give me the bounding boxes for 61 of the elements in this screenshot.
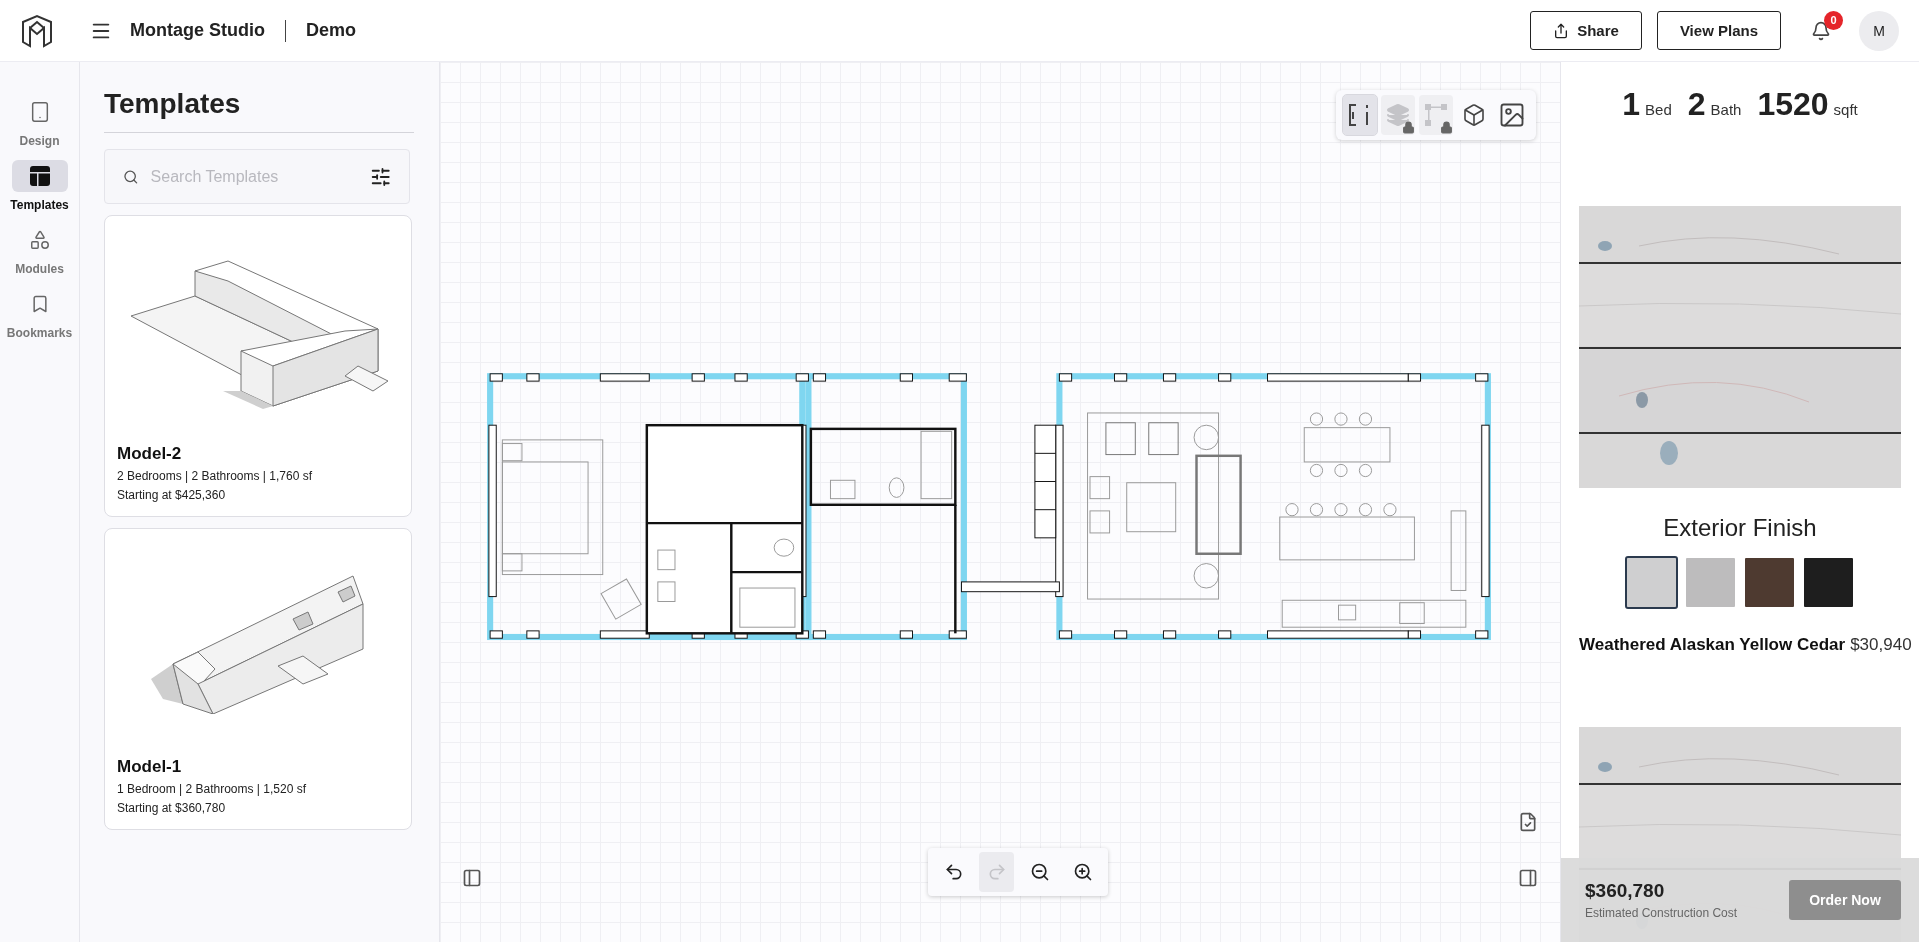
avatar[interactable]: M xyxy=(1859,10,1899,51)
finish-swatch[interactable] xyxy=(1802,556,1855,609)
panel-left-icon xyxy=(462,868,482,888)
notification-badge: 0 xyxy=(1824,10,1843,30)
app-name: Montage Studio xyxy=(130,20,265,41)
lock-icon xyxy=(1402,121,1415,134)
finish-swatch[interactable] xyxy=(1625,556,1678,609)
share-button[interactable]: Share xyxy=(1530,11,1642,50)
file-check-icon xyxy=(1518,812,1538,832)
notification-icon[interactable] xyxy=(1811,20,1831,41)
undo-icon xyxy=(943,862,964,882)
view-plans-button[interactable]: View Plans xyxy=(1656,11,1781,50)
template-card[interactable]: Model-1 1 Bedroom | 2 Bathrooms | 1,520 sf Starting at $360,780 xyxy=(104,528,412,830)
stat-unit: sqft xyxy=(1833,101,1858,118)
stat-unit: Bed xyxy=(1645,101,1672,118)
finish-swatch[interactable] xyxy=(1684,556,1737,609)
panel-title: Templates xyxy=(104,88,414,133)
image-icon xyxy=(1498,101,1526,129)
stat-unit: Bath xyxy=(1710,101,1742,118)
stat-value: 1 xyxy=(1622,86,1641,123)
finish-price: $30,940 xyxy=(1850,635,1912,654)
layout-icon xyxy=(28,165,51,187)
stat-value: 1520 xyxy=(1757,86,1829,123)
cost-caption: Estimated Construction Cost xyxy=(1585,906,1738,920)
search-icon xyxy=(123,168,139,185)
template-details: 1 Bedroom | 2 Bathrooms | 1,520 sf xyxy=(117,782,307,796)
template-card[interactable]: Model-2 2 Bedrooms | 2 Bathrooms | 1,760 sf Starting at $425,360 xyxy=(104,215,412,517)
zoom-out-icon xyxy=(1029,862,1050,882)
search-bar[interactable]: Search Templates xyxy=(104,149,410,204)
template-name: Model-2 xyxy=(117,444,183,464)
logo-icon xyxy=(20,13,54,48)
collapse-right-button[interactable] xyxy=(1518,868,1538,888)
panel-right-icon xyxy=(1518,868,1538,888)
search-field[interactable]: Search Templates xyxy=(148,166,360,187)
checklist-button[interactable] xyxy=(1518,812,1538,832)
rail-item[interactable]: Design xyxy=(1,96,78,156)
cube-icon xyxy=(1462,103,1486,127)
finish-swatch[interactable] xyxy=(1743,556,1796,609)
section-title: Exterior Finish xyxy=(1663,514,1817,542)
stat-value: 2 xyxy=(1687,86,1706,123)
rail-item[interactable]: Modules xyxy=(1,224,78,284)
template-name: Model-1 xyxy=(117,757,183,777)
rail-item[interactable]: Bookmarks xyxy=(1,288,78,348)
collapse-left-button[interactable] xyxy=(462,868,482,888)
transform-icon xyxy=(1423,102,1449,128)
template-price: Starting at $425,360 xyxy=(117,488,227,502)
layers-icon xyxy=(1386,103,1410,127)
toolbar-button[interactable] xyxy=(1343,95,1377,135)
finish-name: Weathered Alaskan Yellow Cedar xyxy=(1579,635,1846,654)
shapes-icon xyxy=(28,229,51,251)
template-details: 2 Bedrooms | 2 Bathrooms | 1,760 sf xyxy=(117,469,313,483)
toolbar-button[interactable] xyxy=(1381,95,1415,135)
zoom-in-icon xyxy=(1072,862,1093,882)
lock-icon xyxy=(1440,121,1453,134)
share-icon xyxy=(1553,22,1570,39)
toolbar-button[interactable] xyxy=(1419,95,1453,135)
template-price: Starting at $360,780 xyxy=(117,801,227,815)
estimated-cost: $360,780 xyxy=(1585,880,1666,902)
project-name: Demo xyxy=(306,20,356,41)
rail-item[interactable]: Templates xyxy=(1,160,78,220)
filter-icon[interactable] xyxy=(369,165,391,188)
